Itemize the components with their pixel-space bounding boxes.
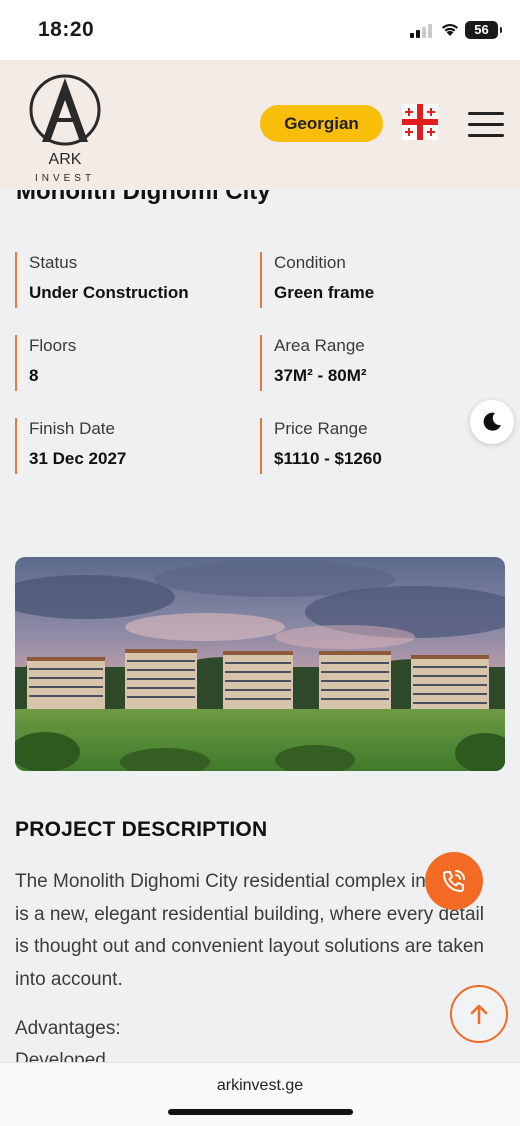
spec-label: Floors xyxy=(29,336,77,355)
spec-label: Finish Date xyxy=(29,419,115,438)
logo-name: ARK xyxy=(49,151,82,168)
spec-label: Price Range xyxy=(274,419,368,438)
phone-icon xyxy=(443,870,465,892)
spec-area-range: Area Range 37M² - 80M² xyxy=(260,335,367,391)
spec-condition: Condition Green frame xyxy=(260,252,374,308)
scroll-to-top-button[interactable] xyxy=(450,985,508,1043)
georgia-flag-icon[interactable] xyxy=(402,104,438,140)
language-button[interactable]: Georgian xyxy=(260,105,383,142)
advantages-first-item: Developed ... xyxy=(15,1050,127,1062)
arrow-up-icon xyxy=(470,1004,488,1025)
dark-mode-toggle[interactable] xyxy=(470,400,514,444)
spec-value: 8 xyxy=(29,366,39,385)
spec-floors: Floors 8 xyxy=(15,335,76,391)
hamburger-menu-icon[interactable] xyxy=(468,112,506,138)
site-header: ARK INVEST Georgian xyxy=(0,60,520,190)
spec-value: $1110 - $1260 xyxy=(274,449,382,468)
home-indicator[interactable] xyxy=(168,1109,353,1115)
spec-label: Area Range xyxy=(274,336,365,355)
spec-value: Green frame xyxy=(274,283,375,302)
spec-label: Condition xyxy=(274,253,346,272)
spec-value: 37M² - 80M² xyxy=(274,366,367,385)
project-photo-image xyxy=(15,557,505,771)
project-photo[interactable] xyxy=(15,557,505,771)
moon-icon xyxy=(483,412,501,431)
spec-finish-date: Finish Date 31 Dec 2027 xyxy=(15,418,126,474)
browser-address-bar[interactable]: arkinvest.ge xyxy=(0,1062,520,1126)
spec-status: Status Under Construction xyxy=(15,252,189,308)
advantages-label: Advantages: xyxy=(15,1018,121,1039)
description-text: The Monolith Dighomi City residential co… xyxy=(15,871,484,990)
logo-sub: INVEST xyxy=(35,173,95,184)
spec-value: 31 Dec 2027 xyxy=(29,449,127,468)
description-heading: PROJECT DESCRIPTION xyxy=(15,818,268,841)
url-text[interactable]: arkinvest.ge xyxy=(0,1077,520,1095)
ark-invest-logo[interactable]: ARK INVEST xyxy=(20,70,110,185)
call-button[interactable] xyxy=(425,852,483,910)
spec-value: Under Construction xyxy=(29,283,189,302)
spec-label: Status xyxy=(29,253,78,272)
spec-price-range: Price Range $1110 - $1260 xyxy=(260,418,382,474)
